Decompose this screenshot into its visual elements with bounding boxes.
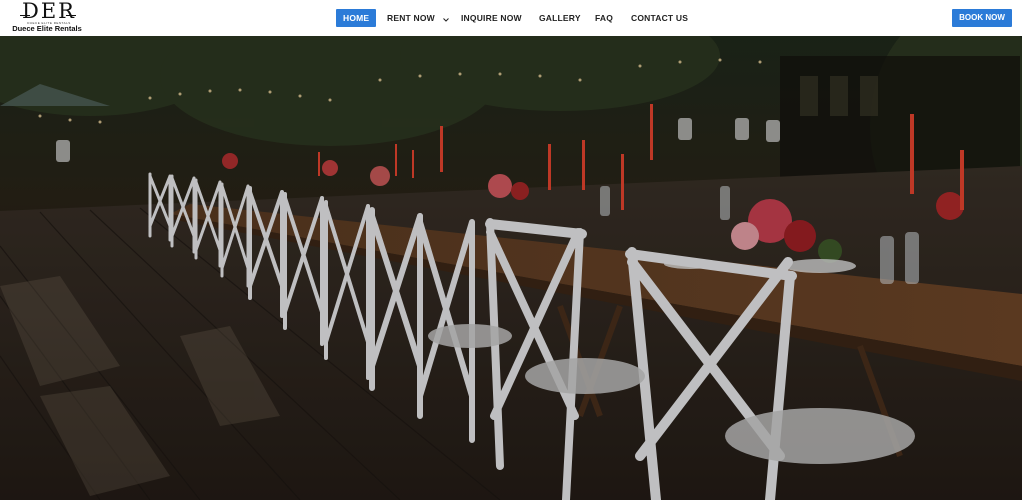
site-header: DER DUECE ELITE RENTALS Duece Elite Rent… (0, 0, 1022, 36)
nav-item-label: RENT NOW (387, 13, 435, 23)
nav-item-gallery[interactable]: GALLERY (539, 9, 581, 27)
nav-item-label: FAQ (595, 13, 614, 23)
nav-item-contact-us[interactable]: CONTACT US (631, 9, 688, 27)
nav-item-inquire-now[interactable]: INQUIRE NOW (461, 9, 522, 27)
nav-item-label: INQUIRE NOW (461, 13, 522, 23)
book-now-button[interactable]: BOOK NOW (952, 9, 1012, 27)
chevron-down-icon (443, 10, 450, 28)
logo-brand-name: Duece Elite Rentals (12, 24, 82, 33)
nav-item-rent-now[interactable]: RENT NOW (387, 9, 450, 28)
nav-item-home[interactable]: HOME (336, 9, 377, 27)
nav-item-faq[interactable]: FAQ (595, 9, 613, 27)
logo-mark: DER (20, 0, 76, 23)
logo[interactable]: DER DUECE ELITE RENTALS Duece Elite Rent… (12, 0, 84, 34)
hero-image (0, 36, 1022, 500)
nav-item-label: GALLERY (539, 13, 581, 23)
nav-item-label: HOME (343, 13, 370, 23)
hero-banquet-illustration (0, 36, 1022, 500)
nav-item-label: CONTACT US (631, 13, 689, 23)
